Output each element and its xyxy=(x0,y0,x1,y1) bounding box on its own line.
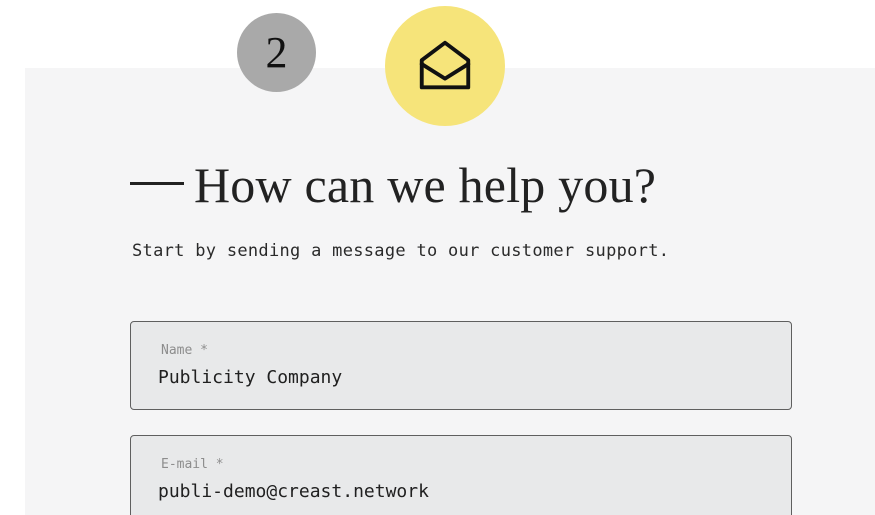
name-input-value[interactable]: Publicity Company xyxy=(158,367,342,389)
title-dash xyxy=(130,181,184,185)
page-title: How can we help you? xyxy=(194,157,657,213)
email-input-value[interactable]: publi-demo@creast.network xyxy=(158,481,429,503)
mail-open-icon xyxy=(419,40,471,90)
email-field[interactable]: E-mail * publi-demo@creast.network xyxy=(130,435,792,515)
contact-heading: How can we help you? xyxy=(130,150,656,220)
mail-icon-circle xyxy=(385,6,505,126)
name-field-label: Name * xyxy=(161,343,208,358)
step-number-badge: 2 xyxy=(237,13,316,92)
step-number: 2 xyxy=(265,27,288,77)
support-subtitle: Start by sending a message to our custom… xyxy=(132,241,670,261)
contact-page: 2 How can we help you? Start by sending … xyxy=(0,0,875,515)
email-field-label: E-mail * xyxy=(161,457,224,472)
name-field[interactable]: Name * Publicity Company xyxy=(130,321,792,410)
